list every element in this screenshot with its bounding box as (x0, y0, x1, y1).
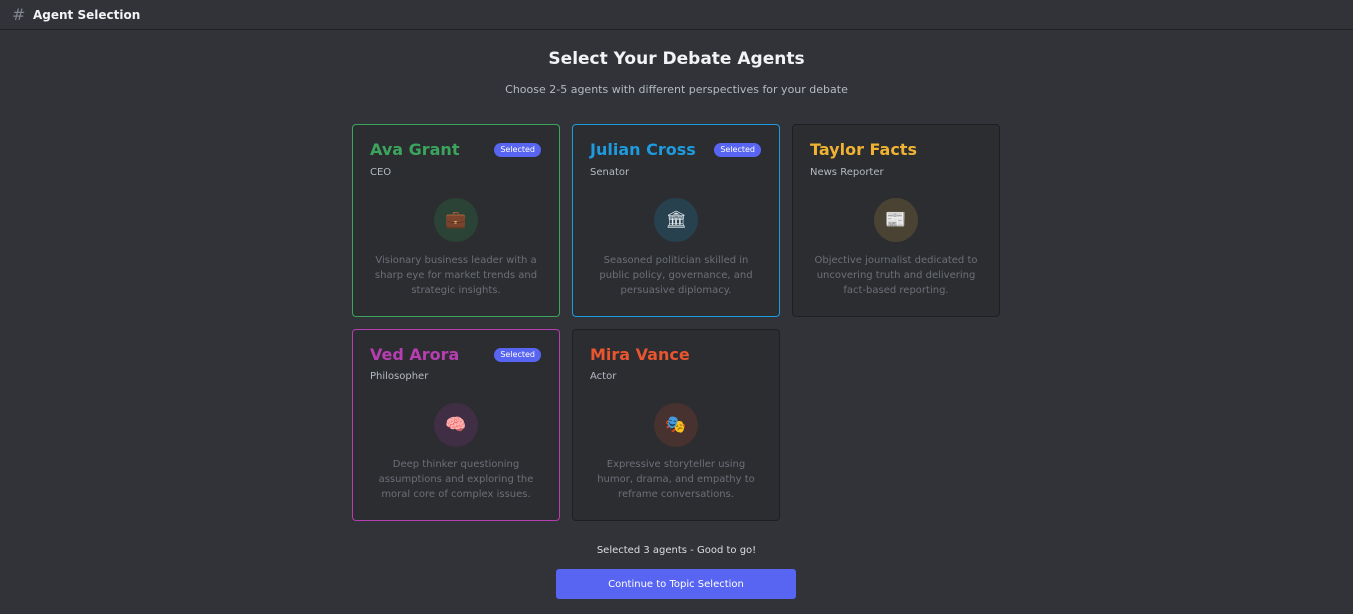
agent-description: Objective journalist dedicated to uncove… (814, 255, 978, 296)
agent-description: Expressive storyteller using humor, dram… (597, 459, 755, 500)
continue-to-topic-button[interactable]: Continue to Topic Selection (556, 569, 796, 599)
agent-card-ava-grant[interactable]: Ava Grant Selected CEO 💼 Visionary busin… (352, 124, 560, 317)
selected-badge: Selected (714, 143, 761, 157)
agent-role: News Reporter (810, 167, 884, 178)
agent-card-ved-arora[interactable]: Ved Arora Selected Philosopher 🧠 Deep th… (352, 329, 560, 521)
agent-card-julian-cross[interactable]: Julian Cross Selected Senator 🏛 Seasoned… (572, 124, 780, 317)
agent-name: Taylor Facts (810, 140, 917, 159)
theater-masks-icon: 🎭 (654, 403, 698, 447)
agent-name: Ava Grant (370, 140, 460, 159)
agent-description: Deep thinker questioning assumptions and… (378, 459, 534, 500)
selection-status: Selected 3 agents - Good to go! (596, 545, 757, 556)
agent-role: Senator (590, 167, 630, 178)
agent-name: Mira Vance (590, 345, 690, 364)
agent-role: Actor (590, 371, 617, 382)
main-heading: Select Your Debate Agents (548, 49, 805, 69)
newspaper-icon: 📰 (874, 198, 918, 242)
brain-icon: 🧠 (434, 403, 478, 447)
agent-role: Philosopher (370, 371, 429, 382)
briefcase-icon: 💼 (434, 198, 478, 242)
agent-role: CEO (370, 167, 392, 178)
selected-badge: Selected (494, 143, 541, 157)
agent-card-mira-vance[interactable]: Mira Vance Actor 🎭 Expressive storytelle… (572, 329, 780, 521)
main-subheading: Choose 2-5 agents with different perspec… (505, 83, 848, 96)
agent-name: Ved Arora (370, 345, 460, 364)
agent-name: Julian Cross (590, 140, 696, 159)
selected-badge: Selected (494, 348, 541, 362)
agent-description: Seasoned politician skilled in public po… (599, 255, 753, 296)
hash-icon: # (12, 4, 26, 24)
agent-description: Visionary business leader with a sharp e… (374, 255, 538, 296)
header-bar: # Agent Selection (0, 0, 1353, 30)
agent-card-taylor-facts[interactable]: Taylor Facts News Reporter 📰 Objective j… (792, 124, 1000, 317)
government-building-icon: 🏛 (654, 198, 698, 242)
page-title: Agent Selection (33, 7, 141, 22)
